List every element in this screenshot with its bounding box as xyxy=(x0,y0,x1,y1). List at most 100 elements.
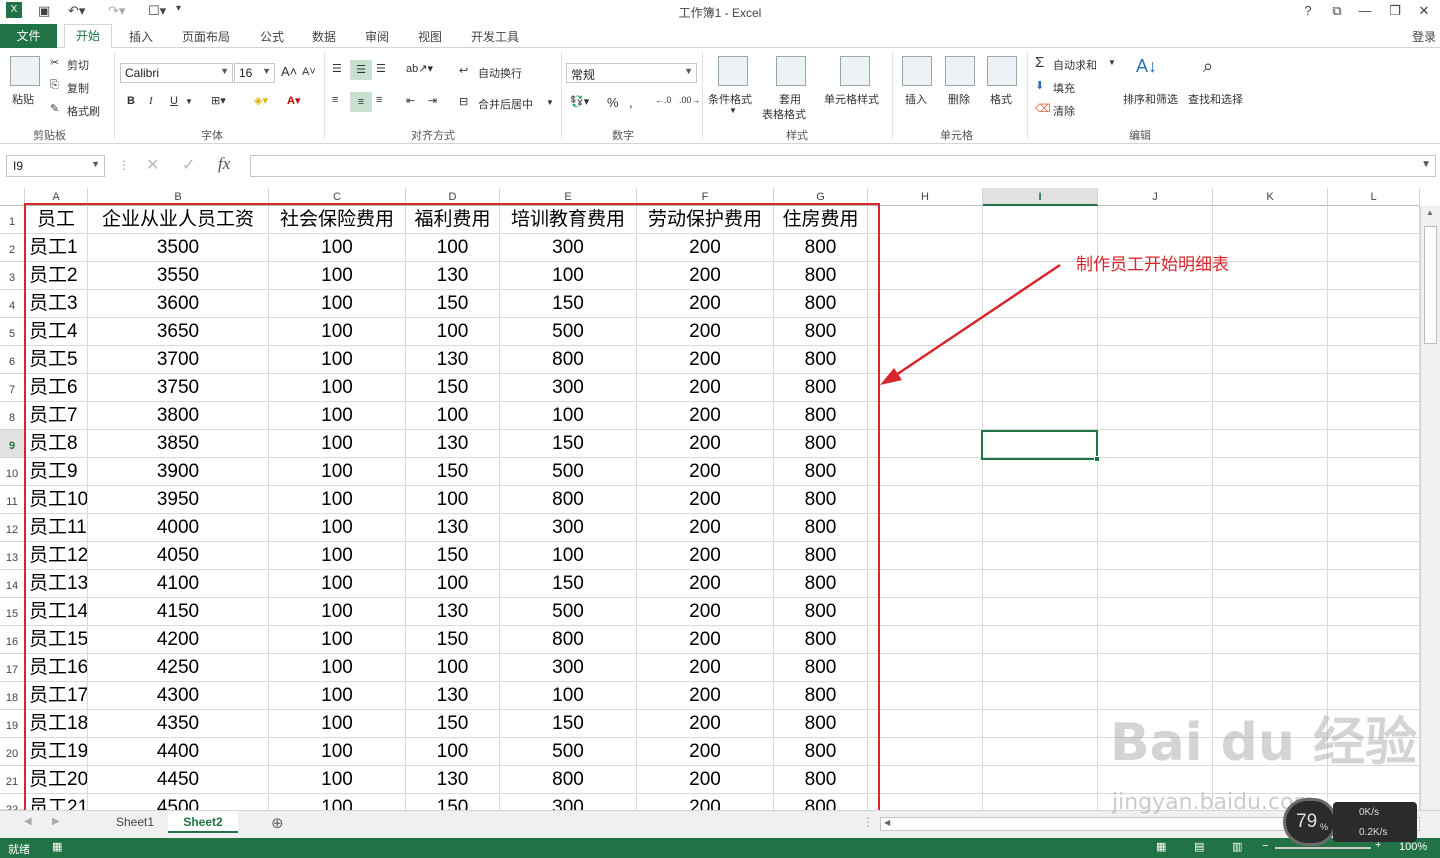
table-cell[interactable]: 150 xyxy=(406,458,500,486)
table-cell[interactable]: 800 xyxy=(500,486,637,514)
table-cell[interactable]: 200 xyxy=(637,598,774,626)
table-cell[interactable]: 员工21 xyxy=(25,794,88,810)
empty-cell[interactable] xyxy=(1213,374,1328,402)
table-cell[interactable]: 800 xyxy=(774,458,868,486)
table-cell[interactable]: 100 xyxy=(500,262,637,290)
row-header[interactable]: 16 xyxy=(0,626,25,654)
table-cell[interactable]: 100 xyxy=(406,234,500,262)
table-cell[interactable]: 800 xyxy=(774,290,868,318)
empty-cell[interactable] xyxy=(868,710,983,738)
empty-cell[interactable] xyxy=(1328,346,1420,374)
align-middle-icon[interactable]: ☰ xyxy=(350,60,372,80)
table-cell[interactable]: 300 xyxy=(500,794,637,810)
empty-cell[interactable] xyxy=(1098,570,1213,598)
empty-cell[interactable] xyxy=(983,626,1098,654)
paste-icon[interactable] xyxy=(10,56,40,86)
empty-cell[interactable] xyxy=(983,458,1098,486)
empty-cell[interactable] xyxy=(983,402,1098,430)
table-cell[interactable]: 300 xyxy=(500,514,637,542)
table-cell[interactable]: 130 xyxy=(406,514,500,542)
table-cell[interactable]: 150 xyxy=(406,794,500,810)
clear-button[interactable]: 清除 xyxy=(1053,103,1075,119)
empty-cell[interactable] xyxy=(983,766,1098,794)
row-header[interactable]: 7 xyxy=(0,374,25,402)
empty-cell[interactable] xyxy=(1328,262,1420,290)
table-cell[interactable]: 800 xyxy=(774,262,868,290)
empty-cell[interactable] xyxy=(868,514,983,542)
empty-cell[interactable] xyxy=(1328,234,1420,262)
table-cell[interactable]: 800 xyxy=(774,626,868,654)
row-header[interactable]: 18 xyxy=(0,682,25,710)
tab-insert[interactable]: 插入 xyxy=(129,28,153,45)
empty-cell[interactable] xyxy=(1098,486,1213,514)
table-cell[interactable]: 500 xyxy=(500,458,637,486)
macro-record-icon[interactable]: ▦ xyxy=(52,840,62,853)
row-header[interactable]: 19 xyxy=(0,710,25,738)
column-header-e[interactable]: E xyxy=(500,188,637,206)
delete-cells-button[interactable]: 删除 xyxy=(948,91,970,107)
empty-cell[interactable] xyxy=(868,598,983,626)
empty-cell[interactable] xyxy=(868,570,983,598)
table-cell[interactable]: 200 xyxy=(637,486,774,514)
table-cell[interactable]: 100 xyxy=(500,682,637,710)
empty-cell[interactable] xyxy=(1328,290,1420,318)
empty-cell[interactable] xyxy=(1328,486,1420,514)
table-cell[interactable]: 100 xyxy=(269,262,406,290)
currency-icon[interactable]: 💱▾ xyxy=(570,95,589,108)
table-cell[interactable]: 4100 xyxy=(88,570,269,598)
table-cell[interactable]: 员工20 xyxy=(25,766,88,794)
empty-cell[interactable] xyxy=(1328,374,1420,402)
table-cell[interactable]: 200 xyxy=(637,234,774,262)
table-cell[interactable]: 200 xyxy=(637,654,774,682)
table-cell[interactable]: 4150 xyxy=(88,598,269,626)
table-cell[interactable]: 200 xyxy=(637,290,774,318)
table-cell[interactable]: 100 xyxy=(406,570,500,598)
table-cell[interactable]: 800 xyxy=(774,514,868,542)
wrap-text-button[interactable]: 自动换行 xyxy=(478,65,522,81)
table-cell[interactable]: 150 xyxy=(500,710,637,738)
table-cell[interactable]: 200 xyxy=(637,374,774,402)
format-as-table-label-1[interactable]: 套用 xyxy=(779,91,801,107)
empty-cell[interactable] xyxy=(1098,542,1213,570)
column-header-h[interactable]: H xyxy=(868,188,983,206)
empty-cell[interactable] xyxy=(868,402,983,430)
empty-cell[interactable] xyxy=(1328,598,1420,626)
find-select-icon[interactable]: ⌕ xyxy=(1203,56,1213,77)
table-cell[interactable]: 100 xyxy=(500,542,637,570)
decrease-decimal-icon[interactable]: .00→ xyxy=(679,95,701,105)
table-cell[interactable]: 100 xyxy=(269,738,406,766)
table-header-cell[interactable]: 企业从业人员工资 xyxy=(88,206,269,234)
table-cell[interactable]: 员工4 xyxy=(25,318,88,346)
empty-cell[interactable] xyxy=(1213,318,1328,346)
table-cell[interactable]: 800 xyxy=(774,682,868,710)
table-cell[interactable]: 100 xyxy=(269,318,406,346)
row-header[interactable]: 17 xyxy=(0,654,25,682)
format-cells-button[interactable]: 格式 xyxy=(990,91,1012,107)
increase-indent-icon[interactable]: ⇥ xyxy=(428,94,437,107)
table-cell[interactable]: 150 xyxy=(406,710,500,738)
empty-cell[interactable] xyxy=(868,626,983,654)
empty-cell[interactable] xyxy=(1213,654,1328,682)
empty-cell[interactable] xyxy=(983,570,1098,598)
table-cell[interactable]: 500 xyxy=(500,318,637,346)
font-color-icon[interactable]: A▾ xyxy=(287,94,300,107)
table-cell[interactable]: 3700 xyxy=(88,346,269,374)
empty-cell[interactable] xyxy=(983,542,1098,570)
empty-cell[interactable] xyxy=(1213,262,1328,290)
empty-cell[interactable] xyxy=(1213,598,1328,626)
table-cell[interactable]: 100 xyxy=(269,766,406,794)
table-header-cell[interactable]: 住房费用 xyxy=(774,206,868,234)
empty-cell[interactable] xyxy=(868,738,983,766)
scroll-up-icon[interactable]: ▲ xyxy=(1426,208,1434,217)
insert-cells-button[interactable]: 插入 xyxy=(905,91,927,107)
table-cell[interactable]: 150 xyxy=(500,430,637,458)
empty-cell[interactable] xyxy=(1213,290,1328,318)
table-header-cell[interactable]: 社会保险费用 xyxy=(269,206,406,234)
empty-cell[interactable] xyxy=(868,766,983,794)
table-cell[interactable]: 800 xyxy=(774,346,868,374)
tab-view[interactable]: 视图 xyxy=(418,28,442,45)
select-all-corner[interactable] xyxy=(0,188,25,206)
table-cell[interactable]: 300 xyxy=(500,374,637,402)
row-header[interactable]: 6 xyxy=(0,346,25,374)
table-cell[interactable]: 150 xyxy=(406,290,500,318)
